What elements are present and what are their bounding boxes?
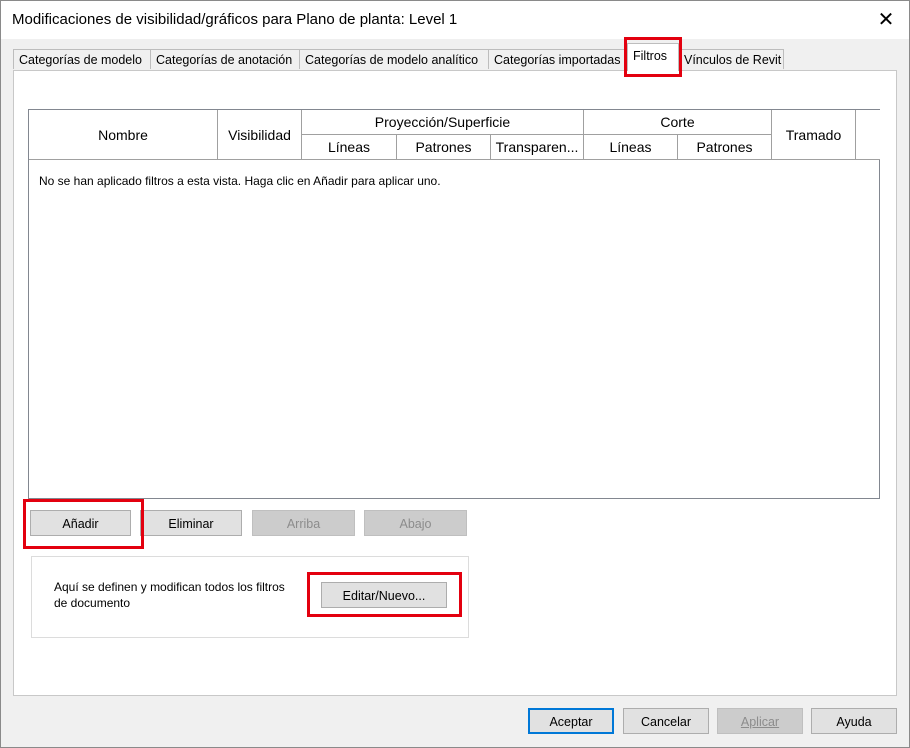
tab-imported-categories[interactable]: Categorías importadas — [488, 49, 628, 69]
tab-revit-links[interactable]: Vínculos de Revit — [678, 49, 784, 69]
filters-grid[interactable]: Nombre Visibilidad Proyección/Superficie… — [28, 109, 880, 499]
header-visibility[interactable]: Visibilidad — [218, 110, 302, 160]
header-projection-patterns[interactable]: Patrones — [397, 135, 491, 160]
document-filters-group: Aquí se definen y modifican todos los fi… — [31, 556, 469, 638]
edit-new-filter-button[interactable]: Editar/Nuevo... — [321, 582, 447, 608]
header-projection-surface: Proyección/Superficie — [302, 110, 584, 135]
tab-model-categories[interactable]: Categorías de modelo — [13, 49, 151, 69]
ok-button[interactable]: Aceptar — [528, 708, 614, 734]
header-filler — [856, 110, 880, 160]
move-down-button[interactable]: Abajo — [364, 510, 467, 536]
dialog-title: Modificaciones de visibilidad/gráficos p… — [12, 11, 458, 28]
move-up-button[interactable]: Arriba — [252, 510, 355, 536]
header-projection-lines[interactable]: Líneas — [302, 135, 397, 160]
title-bar: Modificaciones de visibilidad/gráficos p… — [1, 1, 909, 39]
close-icon[interactable]: ✕ — [873, 7, 899, 33]
add-filter-button[interactable]: Añadir — [30, 510, 131, 536]
header-name[interactable]: Nombre — [29, 110, 218, 160]
header-halftone[interactable]: Tramado — [772, 110, 856, 160]
remove-filter-button[interactable]: Eliminar — [140, 510, 242, 536]
tab-filters[interactable]: Filtros — [627, 43, 679, 71]
header-cut-lines[interactable]: Líneas — [584, 135, 678, 160]
apply-button-label: Aplicar — [740, 715, 780, 729]
header-cut: Corte — [584, 110, 772, 135]
header-projection-transparency[interactable]: Transparen... — [491, 135, 584, 160]
apply-button[interactable]: Aplicar — [717, 708, 803, 734]
visibility-graphics-dialog: Modificaciones de visibilidad/gráficos p… — [0, 0, 910, 748]
help-button[interactable]: Ayuda — [811, 708, 897, 734]
document-filters-description: Aquí se definen y modifican todos los fi… — [54, 580, 285, 610]
empty-grid-message: No se han aplicado filtros a esta vista.… — [39, 174, 441, 188]
tab-analytical-model-categories[interactable]: Categorías de modelo analítico — [299, 49, 489, 69]
cancel-button[interactable]: Cancelar — [623, 708, 709, 734]
tab-annotation-categories[interactable]: Categorías de anotación — [150, 49, 300, 69]
header-cut-patterns[interactable]: Patrones — [678, 135, 772, 160]
